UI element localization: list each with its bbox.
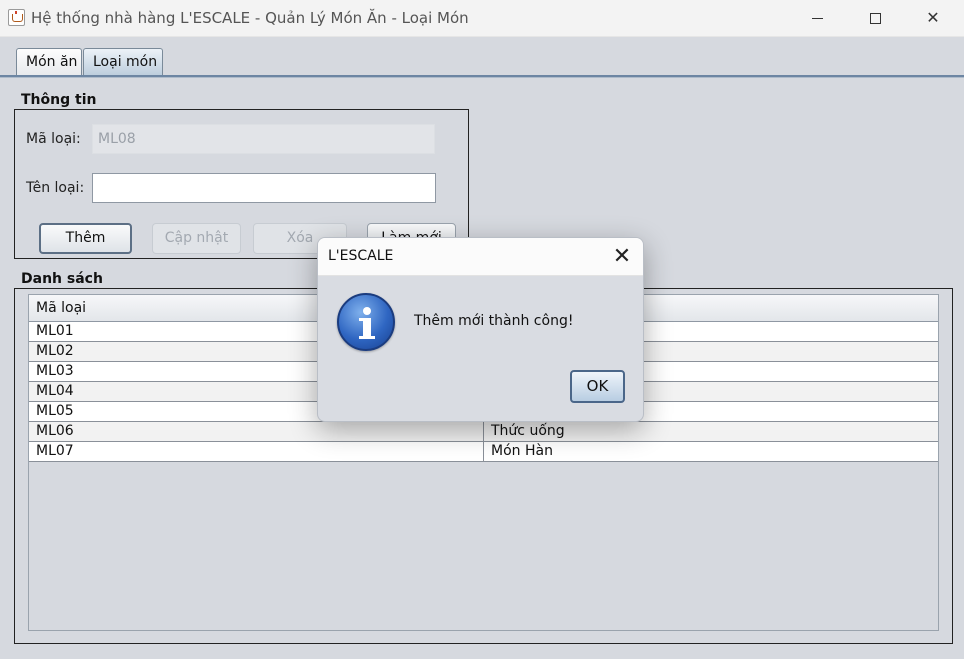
ma-loai-label: Mã loại: <box>26 131 81 147</box>
table-cell-ma: ML06 <box>29 422 484 441</box>
list-section-title: Danh sách <box>21 271 103 287</box>
ok-button[interactable]: OK <box>570 370 625 403</box>
info-section-title: Thông tin <box>21 92 97 108</box>
dialog-message: Thêm mới thành công! <box>414 313 574 329</box>
table-cell-ten: Món Hàn <box>491 443 553 459</box>
table-row[interactable]: ML07 Món Hàn <box>29 442 938 462</box>
close-icon: ✕ <box>926 8 940 27</box>
dialog-titlebar: L'ESCALE ✕ <box>318 238 643 276</box>
minimize-button[interactable] <box>788 0 846 37</box>
window-title: Hệ thống nhà hàng L'ESCALE - Quản Lý Món… <box>31 9 469 27</box>
java-cup-icon <box>8 9 25 26</box>
close-window-button[interactable]: ✕ <box>904 0 962 37</box>
maximize-icon <box>869 13 881 24</box>
them-button[interactable]: Thêm <box>39 223 132 254</box>
info-icon-dot <box>363 307 371 315</box>
minimize-icon <box>811 18 823 19</box>
ten-loai-field[interactable] <box>92 173 436 203</box>
message-dialog: L'ESCALE ✕ Thêm mới thành công! OK <box>317 237 644 422</box>
table-cell-ten: Thức uống <box>491 423 565 439</box>
info-icon-stem <box>359 318 375 339</box>
ten-loai-label: Tên loại: <box>26 180 85 196</box>
dialog-close-button[interactable]: ✕ <box>604 241 640 273</box>
tab-loai-mon[interactable]: Loại món <box>83 48 163 76</box>
information-icon <box>337 293 395 351</box>
dialog-title: L'ESCALE <box>328 248 394 264</box>
ma-loai-field: ML08 <box>92 124 435 154</box>
table-cell-ma: ML07 <box>29 442 484 461</box>
cap-nhat-button[interactable]: Cập nhật <box>152 223 241 254</box>
maximize-button[interactable] <box>846 0 904 37</box>
window-titlebar: Hệ thống nhà hàng L'ESCALE - Quản Lý Món… <box>0 0 964 37</box>
tab-mon-an[interactable]: Món ăn <box>16 48 82 76</box>
tab-separator <box>0 75 964 78</box>
close-icon: ✕ <box>612 244 632 269</box>
table-row[interactable]: ML06 Thức uống <box>29 422 938 442</box>
